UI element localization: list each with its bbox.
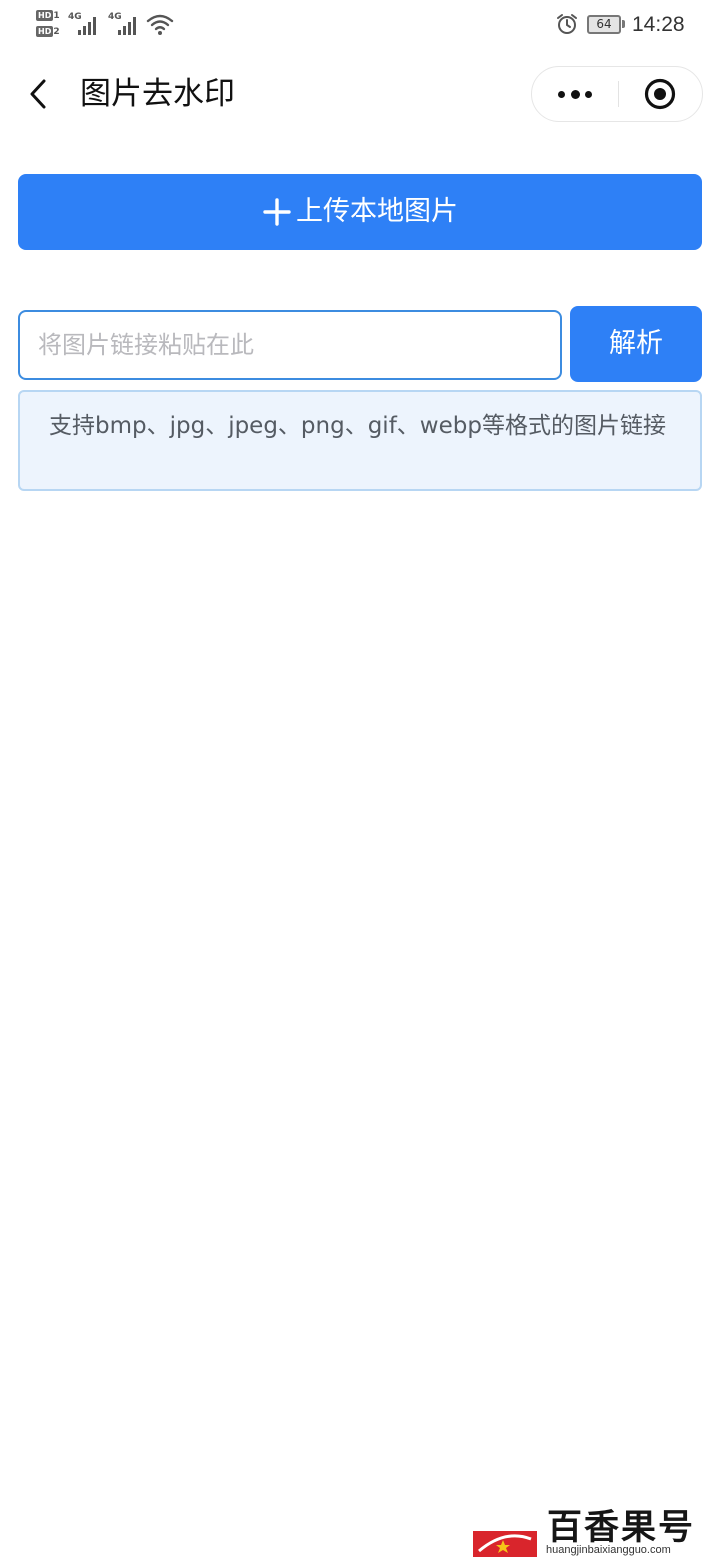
hd-indicator-2: HD 2: [36, 26, 60, 37]
more-dots-icon[interactable]: [532, 67, 617, 120]
battery-indicator: 64: [587, 15, 621, 34]
signal-icon-1: 4G: [68, 12, 102, 36]
plus-icon: [263, 198, 291, 226]
hd-indicator-1: HD 1: [36, 10, 60, 21]
close-target-icon[interactable]: [644, 78, 676, 110]
image-url-input[interactable]: [18, 310, 562, 380]
status-bar: HD 1 HD 2 4G 4G 64 14:28: [0, 0, 720, 50]
watermark-url: huangjinbaixiangguo.com: [546, 1544, 671, 1556]
wifi-icon: [146, 14, 174, 35]
alarm-clock-icon: [557, 14, 577, 34]
upload-button-label: 上传本地图片: [296, 196, 458, 227]
signal-icon-2: 4G: [108, 12, 142, 36]
mini-program-capsule: [531, 66, 703, 122]
watermark-logo-icon: [473, 1531, 537, 1557]
watermark-name: 百香果号: [547, 1507, 696, 1548]
page-title: 图片去水印: [80, 76, 235, 112]
capsule-divider: [618, 81, 619, 107]
status-time: 14:28: [632, 13, 685, 36]
upload-local-image-button[interactable]: 上传本地图片: [18, 174, 702, 250]
hd-indicators: HD 1 HD 2: [36, 10, 62, 42]
supported-formats-hint: 支持bmp、jpg、jpeg、png、gif、webp等格式的图片链接: [18, 390, 702, 491]
parse-button[interactable]: 解析: [570, 306, 702, 382]
back-chevron-icon[interactable]: [24, 74, 56, 114]
battery-tip: [622, 20, 625, 28]
